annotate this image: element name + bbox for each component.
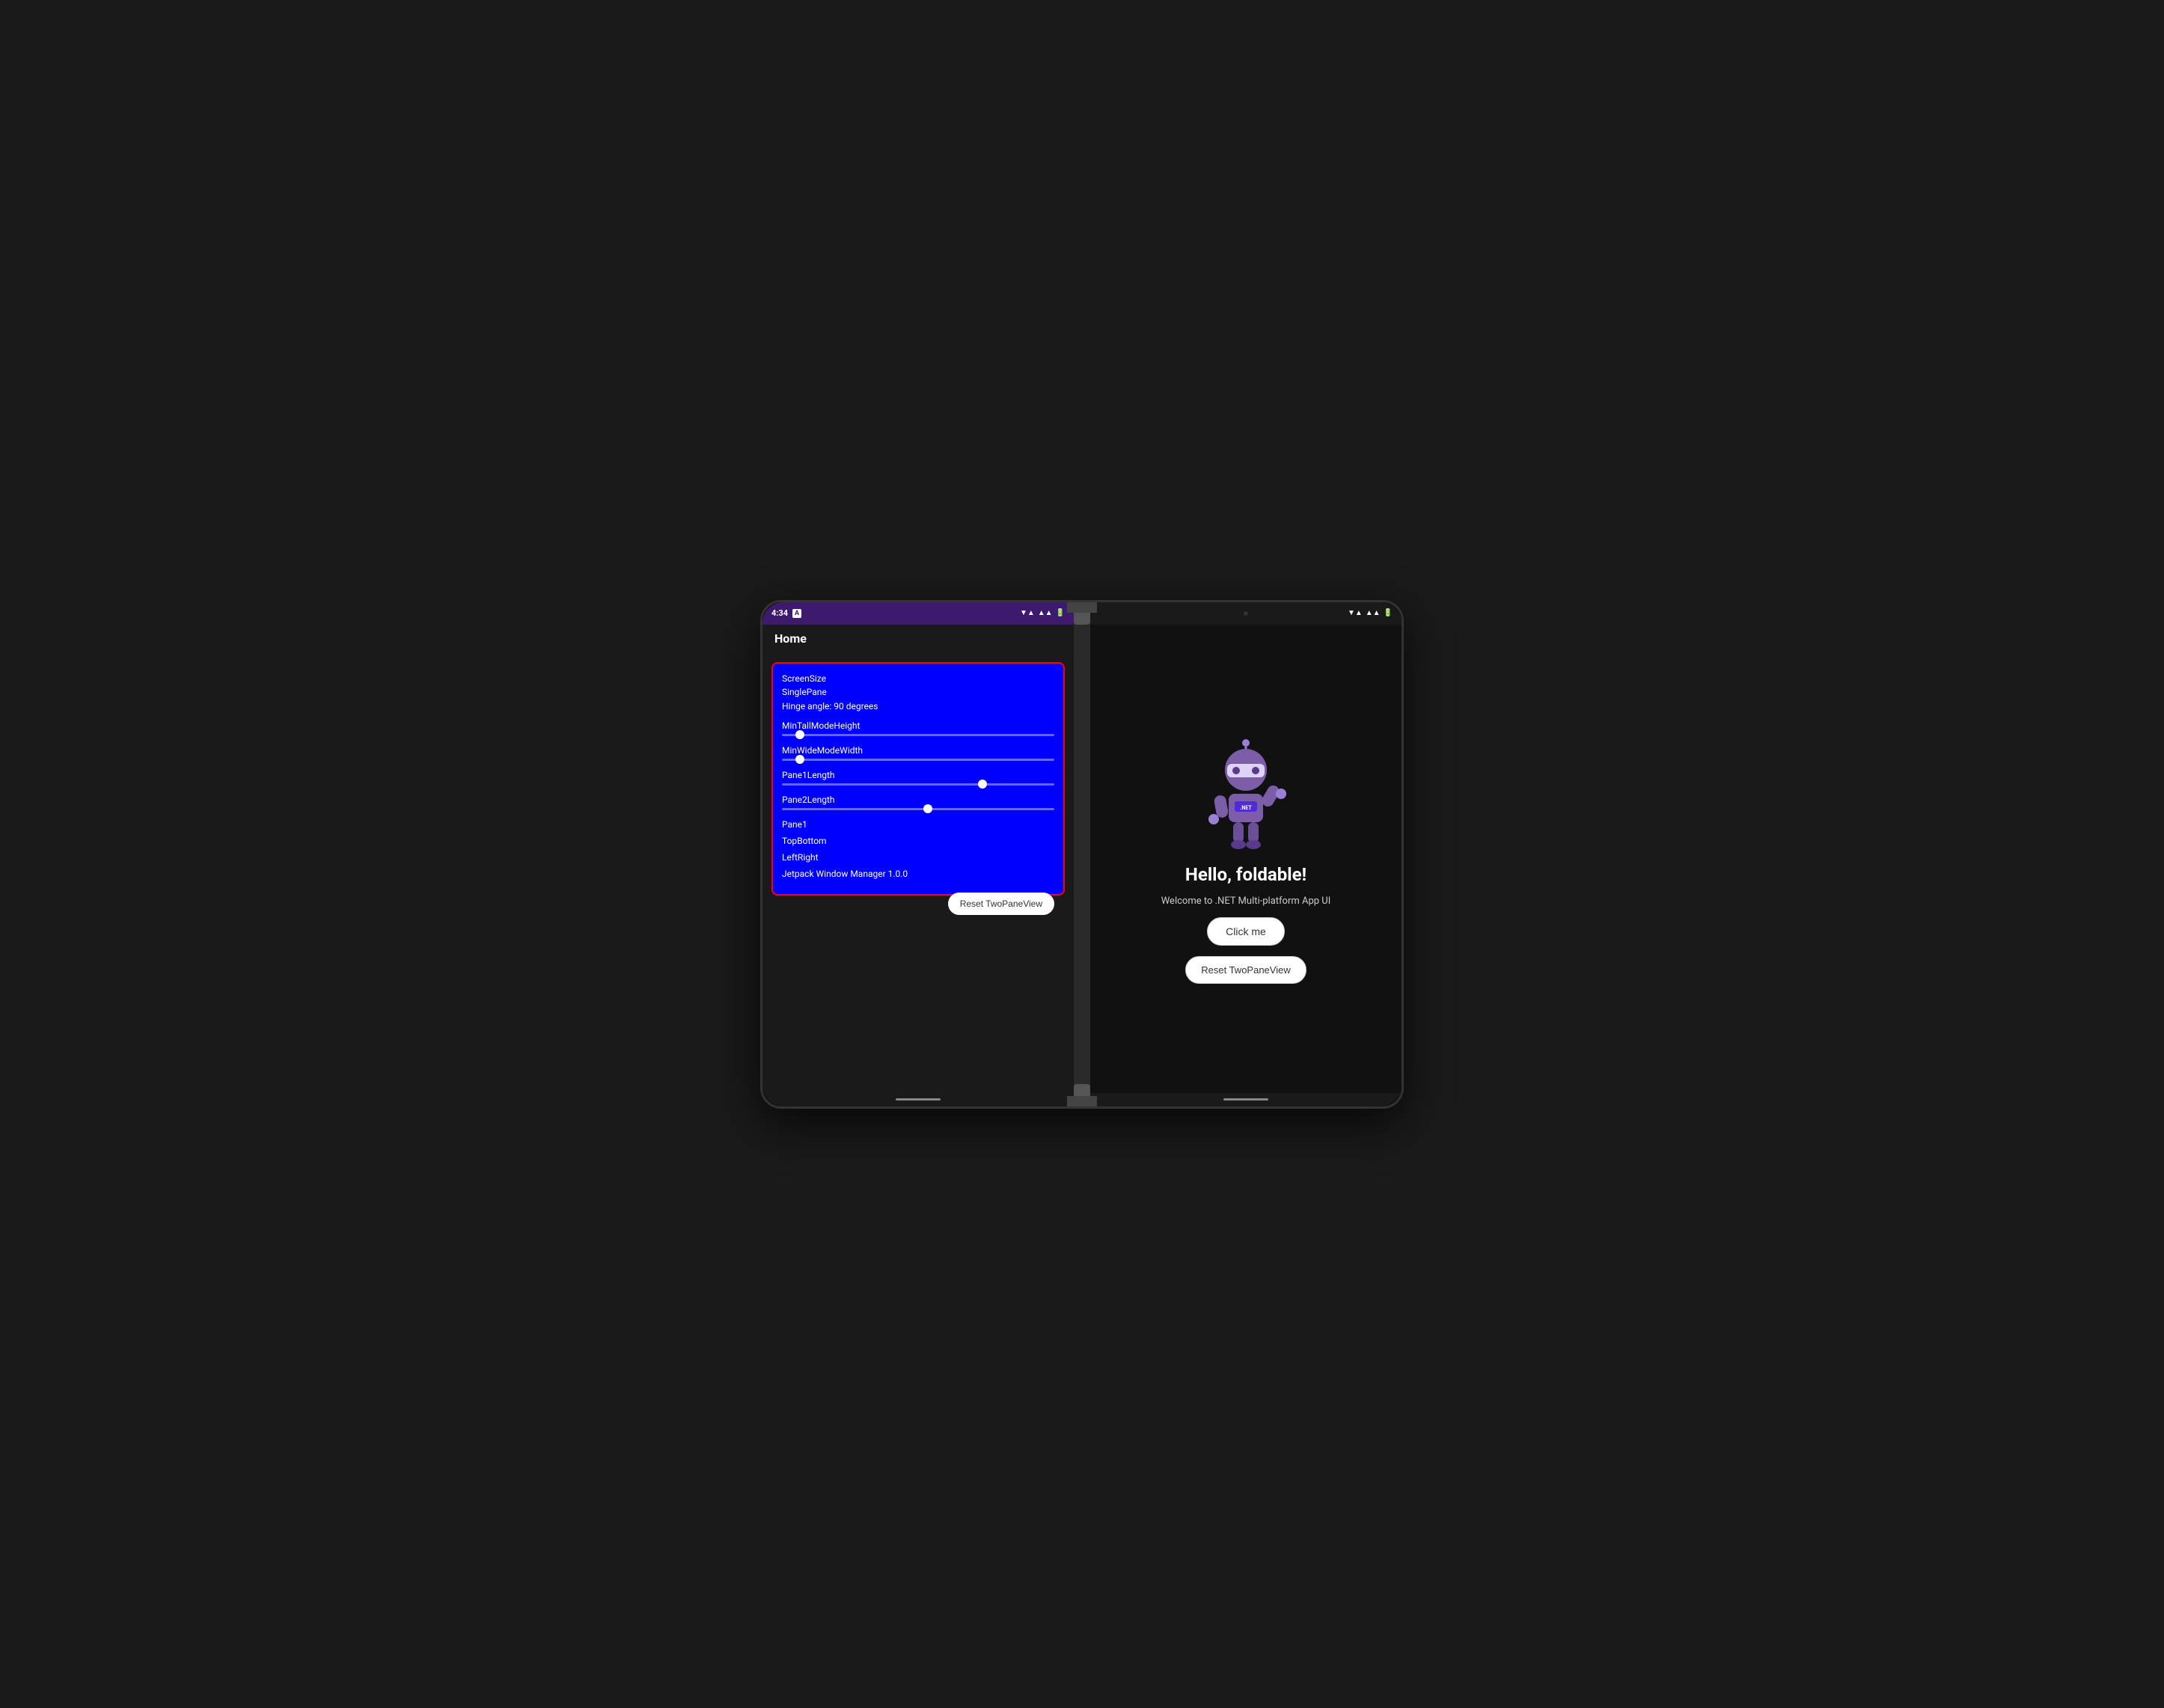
robot-mascot: .NET: [1197, 734, 1295, 854]
top-bottom-text: TopBottom: [782, 836, 1054, 846]
signal-icon: ▲▲: [1038, 609, 1053, 617]
time-display: 4:34: [771, 608, 788, 618]
hinge-top: [1067, 600, 1097, 613]
status-bar-left: 4:34 A ▼▲ ▲▲ 🔋: [762, 602, 1074, 625]
reset-twopaneview-button-right[interactable]: Reset TwoPaneView: [1185, 956, 1306, 984]
welcome-text: Welcome to .NET Multi-platform App UI: [1161, 896, 1331, 907]
device-frame: 4:34 A ▼▲ ▲▲ 🔋 Home ScreenSize SinglePan…: [760, 600, 1404, 1109]
click-me-button[interactable]: Click me: [1207, 917, 1285, 946]
min-wide-slider-thumb[interactable]: [795, 755, 804, 764]
hello-foldable-text: Hello, foldable!: [1185, 864, 1306, 885]
hinge-angle-label: Hinge angle: 90 degrees: [782, 700, 1054, 713]
nav-bar-left: [762, 1093, 1074, 1106]
right-screen: ▼▲ ▲▲ 🔋: [1090, 602, 1402, 1106]
pane2-slider-thumb[interactable]: [923, 804, 932, 813]
robot-svg: .NET: [1197, 734, 1295, 854]
pane2-length-section: Pane2Length: [782, 795, 1054, 810]
min-wide-slider-track: [782, 759, 1054, 761]
reset-twopaneview-button-left[interactable]: Reset TwoPaneView: [948, 893, 1054, 915]
min-wide-label: MinWideModeWidth: [782, 745, 1054, 756]
screen-size-label: ScreenSize: [782, 673, 1054, 685]
jetpack-text: Jetpack Window Manager 1.0.0: [782, 869, 1054, 879]
camera-dot: [1244, 611, 1248, 616]
signal-icon-right: ▲▲: [1366, 609, 1381, 617]
pane1-text: Pane1: [782, 819, 1054, 830]
pane1-slider-track: [782, 783, 1054, 786]
svg-text:.NET: .NET: [1240, 805, 1252, 811]
single-pane-label: SinglePane: [782, 686, 1054, 699]
battery-icon: 🔋: [1056, 609, 1065, 617]
min-tall-label: MinTallModeHeight: [782, 720, 1054, 731]
nav-pill-left: [896, 1098, 941, 1101]
left-content: ScreenSize SinglePane Hinge angle: 90 de…: [762, 653, 1074, 1093]
nav-bar-right: [1090, 1093, 1402, 1106]
notification-icon: A: [792, 609, 801, 618]
hinge-center: [1074, 602, 1090, 1106]
pane2-slider-track: [782, 808, 1054, 810]
hinge-bottom: [1067, 1096, 1097, 1109]
nav-pill-right: [1223, 1098, 1268, 1101]
pane1-slider-thumb[interactable]: [978, 780, 987, 789]
pane2-length-label: Pane2Length: [782, 795, 1054, 805]
min-tall-slider-track: [782, 734, 1054, 736]
status-bar-left-group: 4:34 A: [771, 608, 801, 618]
right-content: .NET: [1090, 625, 1402, 1093]
left-right-text: LeftRight: [782, 852, 1054, 863]
min-wide-section: MinWideModeWidth: [782, 745, 1054, 761]
info-panel: ScreenSize SinglePane Hinge angle: 90 de…: [771, 662, 1065, 896]
wifi-icon: ▼▲: [1020, 609, 1035, 617]
pane1-length-label: Pane1Length: [782, 770, 1054, 780]
right-status-icons: ▼▲ ▲▲ 🔋: [1348, 609, 1393, 617]
battery-icon-right: 🔋: [1384, 609, 1393, 617]
page-title: Home: [774, 631, 807, 646]
status-bar-right-screen: ▼▲ ▲▲ 🔋: [1090, 602, 1402, 625]
left-screen: 4:34 A ▼▲ ▲▲ 🔋 Home ScreenSize SinglePan…: [762, 602, 1074, 1106]
pane1-length-section: Pane1Length: [782, 770, 1054, 786]
min-tall-section: MinTallModeHeight: [782, 720, 1054, 736]
status-bar-right-group: ▼▲ ▲▲ 🔋: [1020, 609, 1065, 617]
title-bar-left: Home: [762, 625, 1074, 653]
min-tall-slider-thumb[interactable]: [795, 730, 804, 739]
wifi-icon-right: ▼▲: [1348, 609, 1363, 617]
